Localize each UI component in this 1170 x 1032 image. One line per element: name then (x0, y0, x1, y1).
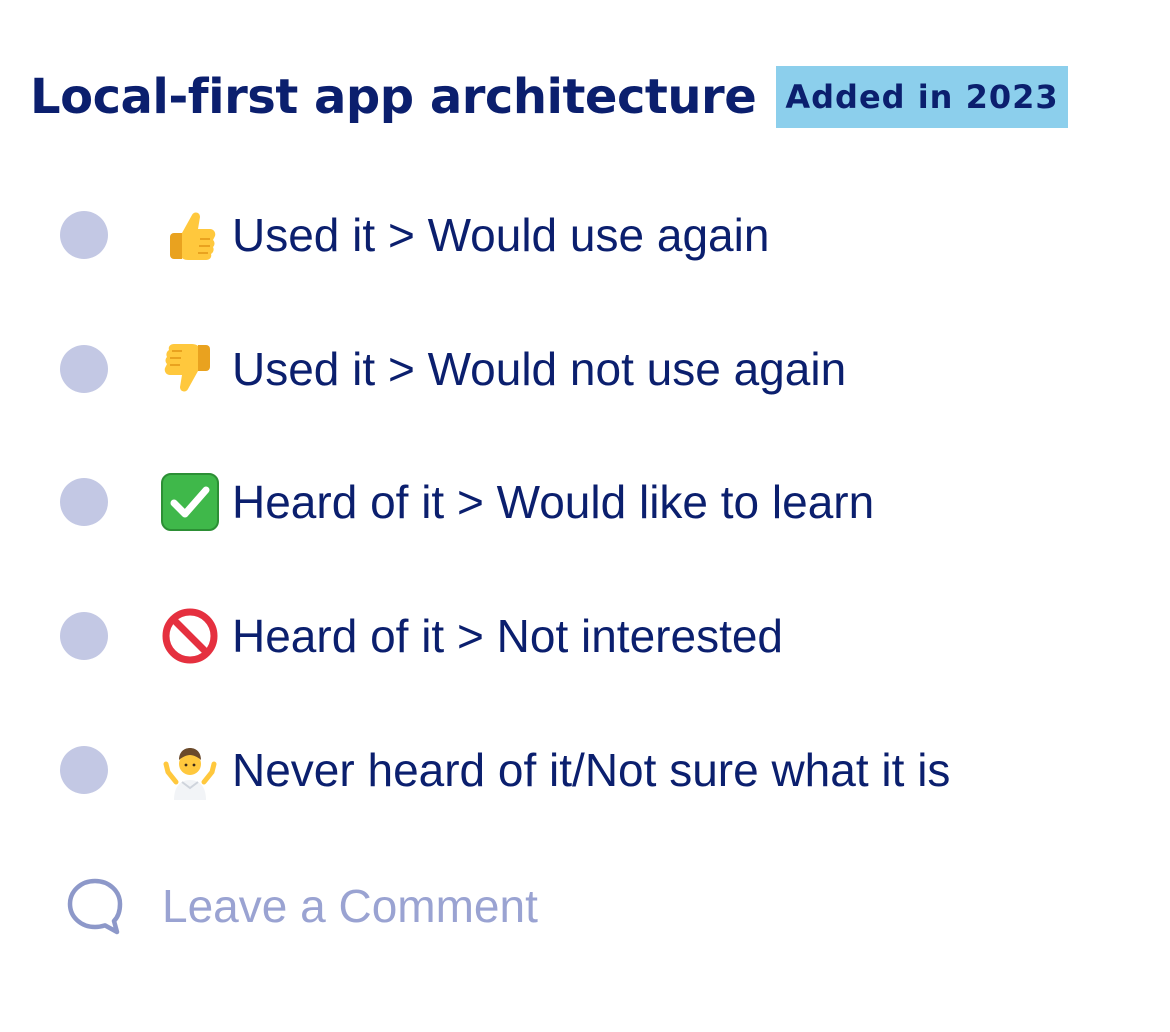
radio-button[interactable] (60, 478, 108, 526)
question-header: Local-first app architecture (30, 66, 757, 128)
check-mark-icon (160, 472, 220, 532)
option-used-would-not-use-again[interactable]: Used it > Would not use again (60, 329, 846, 409)
comment-bubble-icon (66, 876, 124, 936)
thumbs-up-icon (160, 205, 220, 265)
option-label: Used it > Would use again (232, 209, 770, 261)
option-label: Heard of it > Would like to learn (232, 476, 875, 528)
question-title: Local-first app architecture (30, 69, 757, 125)
thumbs-down-icon (160, 339, 220, 399)
leave-comment-label: Leave a Comment (162, 880, 538, 932)
radio-button[interactable] (60, 345, 108, 393)
option-never-heard[interactable]: Never heard of it/Not sure what it is (60, 730, 950, 810)
option-label: Heard of it > Not interested (232, 610, 784, 662)
option-label: Never heard of it/Not sure what it is (232, 744, 951, 796)
radio-button[interactable] (60, 211, 108, 259)
radio-button[interactable] (60, 612, 108, 660)
leave-comment-link[interactable]: Leave a Comment (66, 872, 538, 940)
added-year-badge: Added in 2023 (776, 66, 1068, 128)
radio-button[interactable] (60, 746, 108, 794)
shrug-icon (160, 740, 220, 800)
option-label: Used it > Would not use again (232, 343, 847, 395)
prohibited-icon (160, 606, 220, 666)
option-used-would-use-again[interactable]: Used it > Would use again (60, 195, 769, 275)
option-heard-not-interested[interactable]: Heard of it > Not interested (60, 596, 783, 676)
option-heard-would-like-to-learn[interactable]: Heard of it > Would like to learn (60, 462, 874, 542)
